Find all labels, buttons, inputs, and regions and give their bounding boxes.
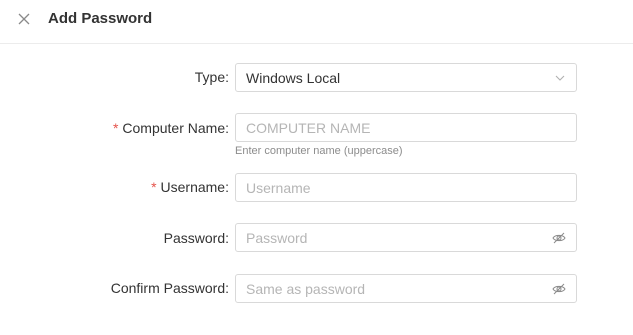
required-mark: * — [151, 179, 157, 195]
chevron-down-icon — [555, 75, 565, 81]
dialog-header: Add Password — [0, 0, 633, 44]
confirm-password-input[interactable] — [246, 275, 546, 302]
type-select-value: Windows Local — [246, 70, 341, 86]
computer-name-input[interactable] — [246, 114, 546, 141]
password-label: Password: — [163, 230, 229, 246]
required-mark: * — [112, 120, 119, 136]
eye-slash-icon[interactable] — [552, 231, 566, 245]
computer-name-label: * Computer Name: — [112, 120, 229, 136]
type-select[interactable]: Windows Local — [235, 63, 577, 92]
password-input[interactable] — [246, 224, 546, 251]
eye-slash-icon[interactable] — [552, 282, 566, 296]
username-field[interactable] — [235, 173, 577, 202]
username-label: * Username: — [151, 179, 229, 195]
confirm-password-field[interactable] — [235, 274, 577, 303]
confirm-password-label: Confirm Password: — [110, 280, 229, 296]
dialog-title: Add Password — [48, 10, 153, 27]
computer-name-help: Enter computer name (uppercase) — [235, 145, 403, 157]
close-icon[interactable] — [16, 11, 32, 27]
password-field[interactable] — [235, 223, 577, 252]
username-input[interactable] — [246, 174, 546, 201]
type-label: Type: — [194, 69, 229, 85]
computer-name-field[interactable] — [235, 113, 577, 142]
